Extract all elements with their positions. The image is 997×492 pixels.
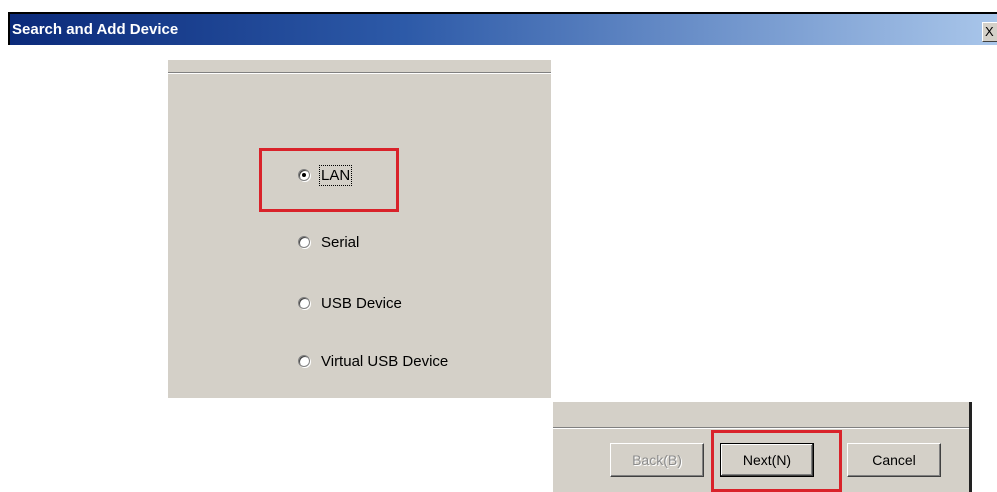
window-title: Search and Add Device [12,21,179,38]
radio-serial-label[interactable]: Serial [321,234,359,251]
window-edge [969,402,972,492]
panel-divider [168,72,551,74]
radio-unselected-icon[interactable] [298,236,310,248]
radio-virtual-usb-device[interactable]: Virtual USB Device [298,350,448,372]
radio-selected-icon[interactable] [298,169,310,181]
footer-divider [553,427,970,429]
radio-virtual-usb-device-label[interactable]: Virtual USB Device [321,353,448,370]
radio-lan-label[interactable]: LAN [318,164,353,186]
radio-unselected-icon[interactable] [298,297,310,309]
next-button[interactable]: Next(N) [720,443,814,477]
close-icon[interactable]: X [982,22,997,42]
radio-serial[interactable]: Serial [298,231,359,253]
radio-usb-device-label[interactable]: USB Device [321,295,402,312]
cancel-button[interactable]: Cancel [847,443,941,477]
title-bar: Search and Add Device X [8,12,997,45]
radio-unselected-icon[interactable] [298,355,310,367]
back-button[interactable]: Back(B) [610,443,704,477]
radio-usb-device[interactable]: USB Device [298,292,402,314]
connection-type-panel: LAN Serial USB Device Virtual USB Device [168,60,551,398]
radio-lan[interactable]: LAN [298,164,353,186]
